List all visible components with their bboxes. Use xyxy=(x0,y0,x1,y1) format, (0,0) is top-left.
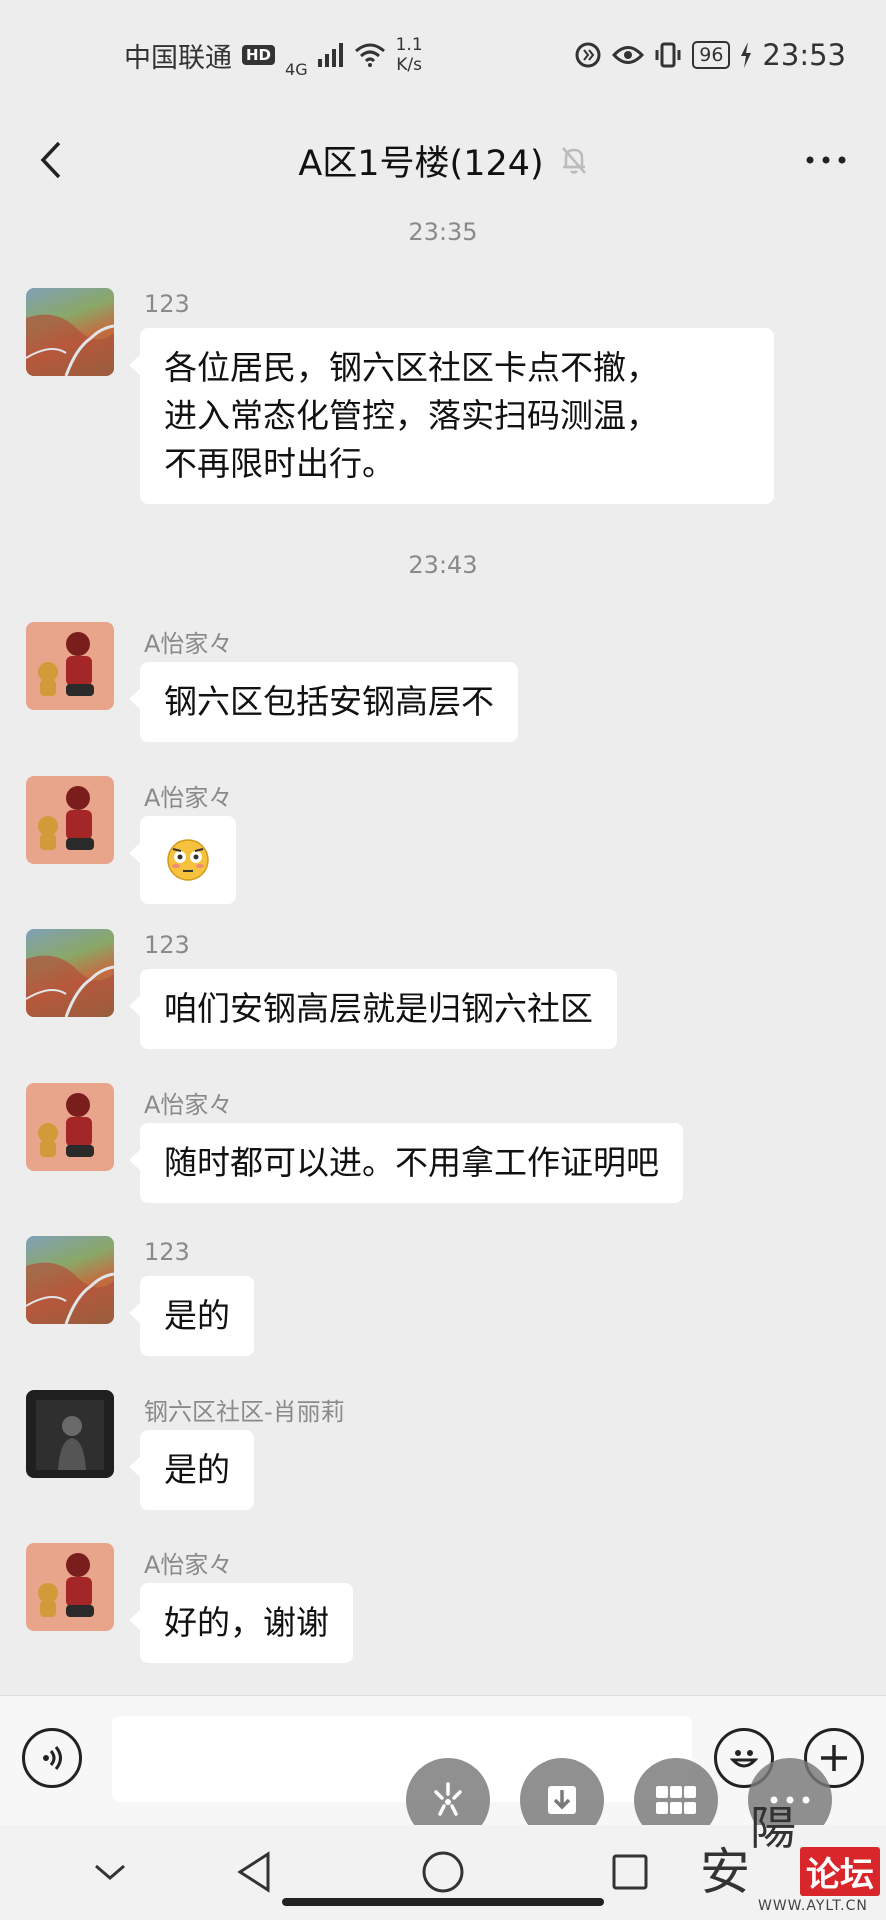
battery-indicator: 96 xyxy=(692,41,731,69)
eye-icon xyxy=(612,46,645,64)
avatar[interactable] xyxy=(26,776,114,864)
forum-watermark: 安 陽 论坛 WWW.AYLT.CN xyxy=(700,1792,886,1920)
message-bubble[interactable]: 好的，谢谢 xyxy=(129,1583,353,1663)
avatar[interactable] xyxy=(26,288,114,376)
avatar[interactable] xyxy=(26,1543,114,1631)
plus-icon xyxy=(821,1745,847,1771)
network-label: 4G xyxy=(285,59,308,79)
voice-button[interactable] xyxy=(22,1728,82,1788)
sender-name: A怡家々 xyxy=(144,1551,233,1579)
watermark-char: 安 xyxy=(700,1843,750,1901)
grid-icon xyxy=(656,1786,696,1814)
message-bubble[interactable]: 钢六区包括安钢高层不 xyxy=(129,662,518,742)
message-line: 进入常态化管控，落实扫码测温， xyxy=(164,396,659,435)
timestamp: 23:35 xyxy=(408,218,478,246)
net-speed-value: 1.1 xyxy=(395,35,423,55)
sender-name: 123 xyxy=(144,1238,190,1266)
data-saver-icon xyxy=(575,42,601,68)
more-icon xyxy=(806,156,846,164)
more-button[interactable] xyxy=(796,130,856,190)
nav-collapse-button[interactable] xyxy=(80,1847,140,1897)
voice-icon xyxy=(43,1746,62,1770)
nav-recents-button[interactable] xyxy=(600,1847,660,1897)
message-line: 各位居民，钢六区社区卡点不撤， xyxy=(164,348,659,387)
emoji-icon xyxy=(729,1750,759,1768)
circle-home-icon xyxy=(422,1851,464,1893)
avatar[interactable] xyxy=(26,622,114,710)
sender-name: A怡家々 xyxy=(144,1091,233,1119)
square-recents-icon xyxy=(612,1854,648,1890)
avatar[interactable] xyxy=(26,1236,114,1324)
status-bar: 中国联通 HD 4G 1.1 K/s 96 23:53 xyxy=(0,0,886,110)
avatar[interactable] xyxy=(26,1390,114,1478)
sender-name: A怡家々 xyxy=(144,784,233,812)
nav-back-button[interactable] xyxy=(224,1847,284,1897)
net-speed: 1.1 K/s xyxy=(396,35,423,75)
message-bubble[interactable] xyxy=(129,816,236,904)
home-indicator xyxy=(282,1898,604,1906)
status-left: 中国联通 HD 4G 1.1 K/s xyxy=(124,32,423,79)
nav-home-button[interactable] xyxy=(413,1847,473,1897)
charging-icon xyxy=(741,42,752,68)
message-bubble[interactable]: 各位居民，钢六区社区卡点不撤， 进入常态化管控，落实扫码测温， 不再限时出行。 xyxy=(129,328,774,504)
carrier-label: 中国联通 xyxy=(124,42,232,74)
sender-name: 钢六区社区-肖丽莉 xyxy=(144,1398,345,1426)
watermark-char: 陽 xyxy=(750,1801,796,1855)
sender-name: A怡家々 xyxy=(144,630,233,658)
triangle-back-icon xyxy=(237,1851,270,1893)
watermark-badge: 论坛 xyxy=(800,1847,880,1896)
signal-icon xyxy=(317,43,343,67)
chat-title: A区1号楼(124) xyxy=(298,143,544,184)
message-input[interactable] xyxy=(112,1716,692,1802)
mute-bell-icon xyxy=(560,145,588,175)
sender-name: 123 xyxy=(144,931,190,959)
sender-name: 123 xyxy=(144,290,190,318)
message-bubble[interactable]: 咱们安钢高层就是归钢六社区 xyxy=(129,969,617,1049)
message-line: 不再限时出行。 xyxy=(164,444,395,483)
avatar[interactable] xyxy=(26,929,114,1017)
message-bubble[interactable]: 随时都可以进。不用拿工作证明吧 xyxy=(129,1123,683,1203)
sparkle-icon xyxy=(434,1782,462,1816)
back-button[interactable] xyxy=(26,130,76,190)
watermark-url: WWW.AYLT.CN xyxy=(758,1898,868,1914)
net-speed-unit: K/s xyxy=(396,55,422,75)
back-icon xyxy=(40,141,61,179)
wifi-icon xyxy=(354,43,385,67)
message-bubble[interactable]: 是的 xyxy=(129,1430,254,1510)
status-right: 96 23:53 xyxy=(574,38,846,72)
chat-header: A区1号楼(124) xyxy=(0,110,886,210)
download-icon xyxy=(548,1786,576,1814)
message-bubble[interactable]: 是的 xyxy=(129,1276,254,1356)
chevron-down-icon xyxy=(95,1864,125,1880)
avatar[interactable] xyxy=(26,1083,114,1171)
timestamp: 23:43 xyxy=(408,551,478,579)
hd-badge: HD xyxy=(242,45,276,65)
vibrate-icon xyxy=(655,42,681,68)
flushed-emoji-icon xyxy=(167,839,209,881)
clock: 23:53 xyxy=(762,38,846,72)
